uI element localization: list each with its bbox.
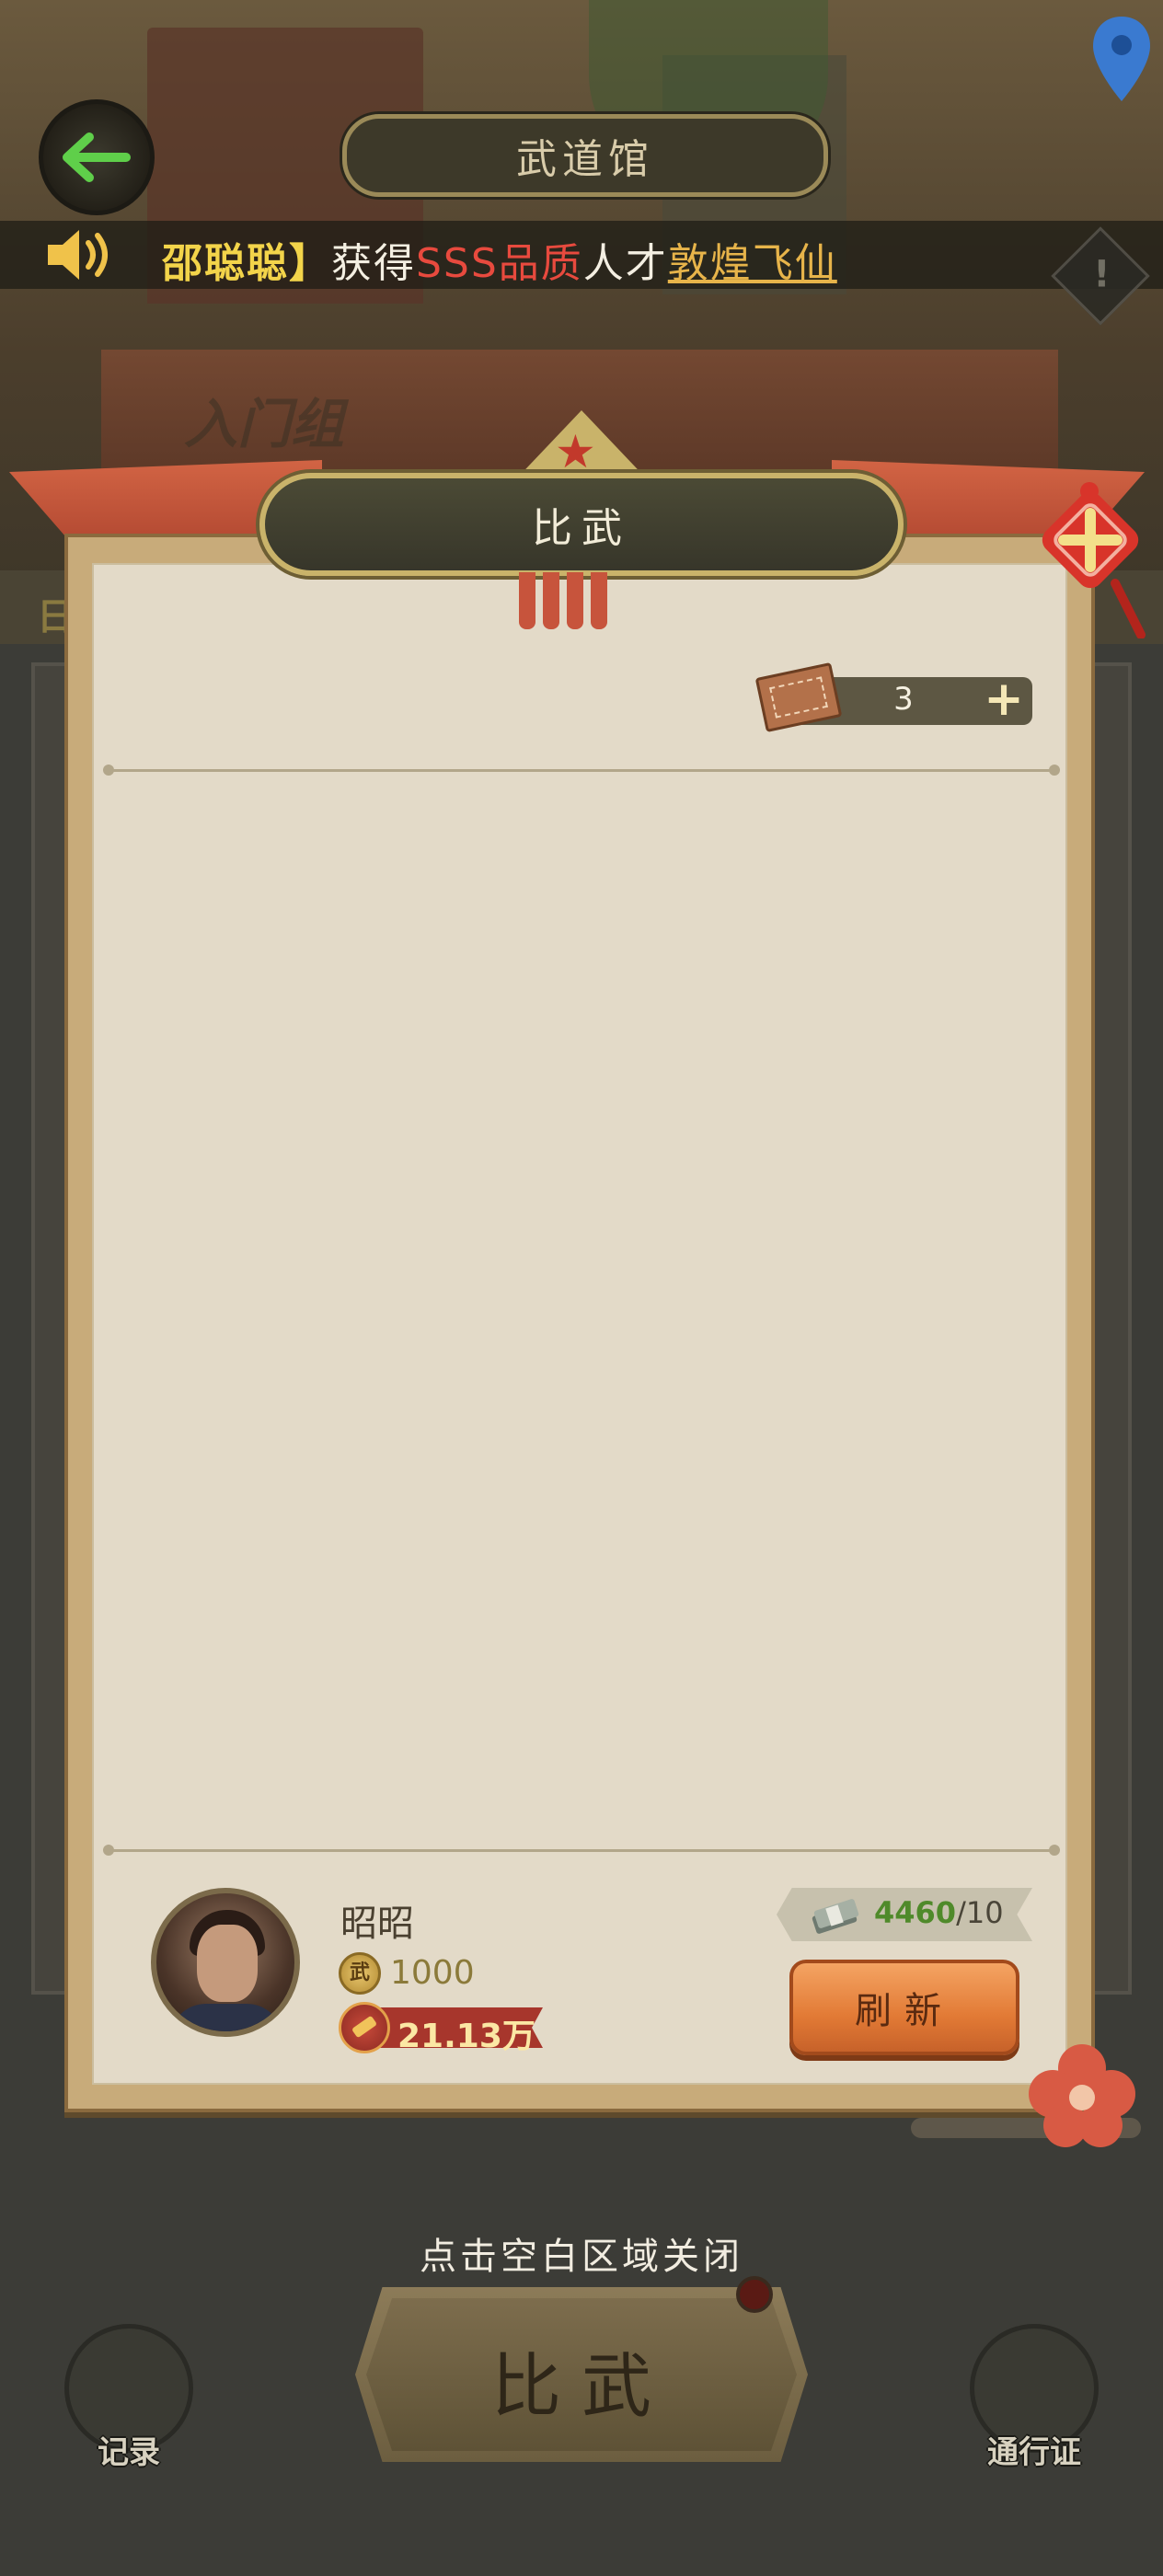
player-avatar[interactable]: [151, 1888, 300, 2037]
group-label: 入门组: [184, 393, 345, 455]
refresh-label: 刷新: [855, 1990, 954, 2032]
flower-ornament-icon: [1029, 2044, 1135, 2147]
money-current: 4460: [874, 1895, 957, 1930]
header-tassels: [508, 572, 618, 637]
record-label: 记录: [98, 2434, 160, 2471]
divider-top: [103, 765, 1060, 776]
announcement-text: 邵聪聪】获得SSS品质人才敦煌飞仙: [162, 230, 837, 289]
star-icon: ★: [555, 425, 596, 478]
pass-label: 通行证: [987, 2434, 1081, 2471]
player-name: 昭昭: [340, 1903, 414, 1945]
ticket-count: 3: [893, 681, 914, 718]
duel-button-label: 比武: [491, 2345, 672, 2427]
add-ticket-button[interactable]: +: [981, 672, 1027, 727]
exclamation-icon: !: [1093, 253, 1111, 296]
divider-bottom: [103, 1845, 1060, 1856]
pass-tab[interactable]: 通行证: [970, 2324, 1108, 2471]
player-power: 21.13万: [397, 2018, 535, 2055]
money-counter: 4460/10: [874, 1895, 1004, 1930]
money-max: /10: [956, 1895, 1004, 1930]
speaker-icon[interactable]: [44, 226, 118, 283]
back-button[interactable]: [39, 99, 155, 215]
chinese-knot-close-icon[interactable]: [1032, 454, 1152, 638]
announcement-verb: 获得: [331, 240, 416, 287]
record-tab[interactable]: 记录: [64, 2324, 202, 2471]
notification-dot: [736, 2276, 773, 2313]
announcement-player-name: 邵聪聪: [162, 240, 289, 287]
announcement-quality: SSS品质: [416, 240, 583, 287]
refresh-button[interactable]: 刷新: [789, 1960, 1019, 2055]
hammer-icon: [339, 2002, 390, 2053]
page-title-plate: 武道馆: [342, 114, 828, 197]
background-frame-right: [1091, 662, 1132, 1995]
dialog-content-area: [92, 563, 1067, 2085]
announcement-talent-link[interactable]: 敦煌飞仙: [668, 240, 837, 287]
map-pin-icon[interactable]: [1088, 13, 1156, 105]
dialog-title-plate: 比武: [259, 473, 904, 576]
arrow-left-icon: [63, 132, 131, 182]
page-title: 武道馆: [516, 136, 654, 183]
announcement-talent-word: 人才: [582, 240, 668, 287]
dialog-title: 比武: [532, 505, 631, 552]
announcement-bracket: 】: [289, 240, 331, 287]
close-hint[interactable]: 点击空白区域关闭: [0, 2226, 1163, 2280]
player-score: 1000: [390, 1954, 475, 1992]
martial-coin-icon: 武: [339, 1952, 381, 1995]
cash-stack-icon: [812, 1899, 859, 1934]
